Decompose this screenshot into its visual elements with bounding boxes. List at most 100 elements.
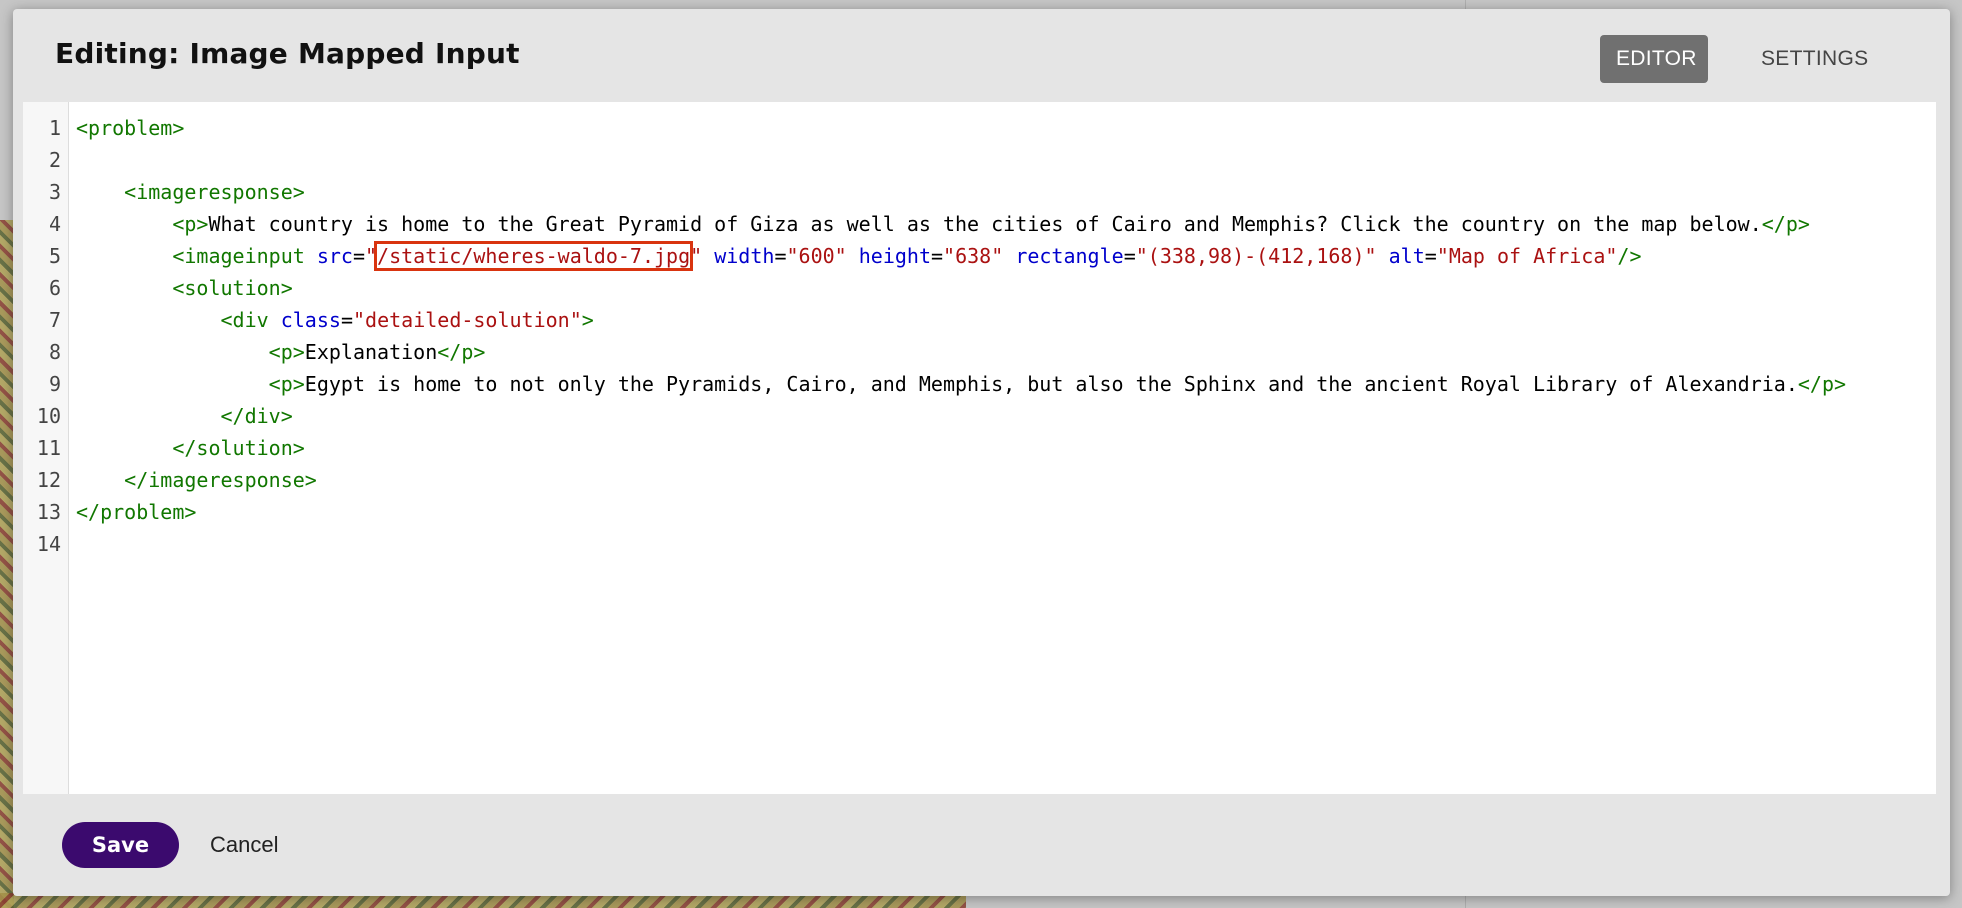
code-line[interactable]: 3 <imageresponse> (23, 176, 1936, 208)
code-token-text: = (352, 244, 365, 268)
code-line[interactable]: 13 </problem> (23, 496, 1936, 528)
code-token-str: " (690, 244, 703, 268)
code-token-str: " (365, 244, 378, 268)
line-number: 4 (48, 212, 61, 236)
code-line-text[interactable]: <div class="detailed-solution"> (76, 304, 1921, 336)
code-line[interactable]: 9 <p>Egypt is home to not only the Pyram… (23, 368, 1936, 400)
code-token-tag: <p> (268, 372, 305, 396)
code-line[interactable]: 5 <imageinput src="/static/wheres-waldo-… (23, 240, 1936, 272)
tab-editor[interactable]: EDITOR (1600, 35, 1708, 83)
line-number: 5 (48, 244, 61, 268)
code-token-text: = (774, 244, 787, 268)
highlighted-src-value: /static/wheres-waldo-7.jpg (374, 241, 694, 271)
cancel-button[interactable]: Cancel (210, 829, 278, 861)
code-line[interactable]: 12 </imageresponse> (23, 464, 1936, 496)
code-token-text: Explanation (304, 340, 438, 364)
code-editor[interactable]: 1<problem>2​3 <imageresponse>4 <p>What c… (23, 102, 1936, 794)
code-line-text[interactable]: <imageresponse> (76, 176, 1921, 208)
code-token-tag: <div (220, 308, 281, 332)
code-line-text[interactable]: <p>What country is home to the Great Pyr… (76, 208, 1921, 240)
code-token-attr: rectangle (1015, 244, 1124, 268)
line-number: 8 (48, 340, 61, 364)
code-token-tag: </p> (437, 340, 486, 364)
code-line[interactable]: 4 <p>What country is home to the Great P… (23, 208, 1936, 240)
line-number: 14 (36, 532, 61, 556)
line-number: 1 (48, 116, 61, 140)
code-line-text[interactable]: </problem> (76, 496, 1921, 528)
code-token-attr: src (316, 244, 353, 268)
code-token-attr: height (858, 244, 931, 268)
code-token-tag: </solution> (172, 436, 305, 460)
code-token-str: "Map of Africa" (1436, 244, 1618, 268)
code-token-str: "638" (943, 244, 1004, 268)
code-token-text: = (1424, 244, 1437, 268)
line-number: 6 (48, 276, 61, 300)
code-token-attr: width (714, 244, 775, 268)
line-number: 10 (36, 404, 61, 428)
code-line[interactable]: 6 <solution> (23, 272, 1936, 304)
code-token-tag: </p> (1761, 212, 1810, 236)
code-line-text[interactable]: </div> (76, 400, 1921, 432)
modal-title: Editing: Image Mapped Input (55, 37, 520, 70)
code-token-attr: alt (1388, 244, 1425, 268)
code-token-str: "600" (786, 244, 847, 268)
code-token-text: Egypt is home to not only the Pyramids, … (304, 372, 1798, 396)
code-line[interactable]: 14 ​ (23, 528, 1936, 560)
code-line-text[interactable]: <solution> (76, 272, 1921, 304)
code-token-tag: <p> (172, 212, 209, 236)
code-content[interactable]: 1<problem>2​3 <imageresponse>4 <p>What c… (23, 112, 1936, 560)
code-token-tag: <p> (268, 340, 305, 364)
code-line-text[interactable]: ​ (76, 144, 1921, 176)
code-token-tag: </p> (1797, 372, 1847, 396)
code-token-tag: </problem> (76, 500, 197, 524)
code-token-tag: <imageresponse> (124, 180, 305, 204)
code-line[interactable]: 8 <p>Explanation</p> (23, 336, 1936, 368)
code-token-tag: <imageinput (172, 244, 317, 268)
code-token-str: "detailed-solution" (352, 308, 582, 332)
code-token-tag: /> (1617, 244, 1642, 268)
code-line-text[interactable]: </imageresponse> (76, 464, 1921, 496)
code-token-text: = (931, 244, 944, 268)
code-line[interactable]: 1 <problem> (23, 112, 1936, 144)
code-token-text: = (1123, 244, 1136, 268)
code-token-text: What country is home to the Great Pyrami… (208, 212, 1762, 236)
tab-settings[interactable]: SETTINGS (1745, 35, 1884, 83)
line-number: 12 (36, 468, 61, 492)
code-line-text[interactable]: ​ (76, 528, 1921, 560)
code-line-text[interactable]: <p>Explanation</p> (76, 336, 1921, 368)
line-number: 11 (36, 436, 61, 460)
code-line[interactable]: 2​ (23, 144, 1936, 176)
code-line[interactable]: 11 </solution> (23, 432, 1936, 464)
code-line-text[interactable]: <problem> (76, 112, 1921, 144)
code-line-text[interactable]: </solution> (76, 432, 1921, 464)
code-line-text[interactable]: <p>Egypt is home to not only the Pyramid… (76, 368, 1921, 400)
line-number: 7 (48, 308, 61, 332)
line-number: 3 (48, 180, 61, 204)
line-number: 2 (48, 148, 61, 172)
code-token-tag: </imageresponse> (124, 468, 317, 492)
editor-modal: Editing: Image Mapped Input EDITOR SETTI… (13, 9, 1950, 896)
code-line-text[interactable]: <imageinput src="/static/wheres-waldo-7.… (76, 240, 1921, 272)
line-number: 9 (48, 372, 61, 396)
code-line[interactable]: 10 </div> (23, 400, 1936, 432)
code-token-tag: <problem> (76, 116, 185, 140)
line-number: 13 (36, 500, 61, 524)
code-token-attr: class (280, 308, 341, 332)
code-token-tag: </div> (220, 404, 293, 428)
code-line[interactable]: 7 <div class="detailed-solution"> (23, 304, 1936, 336)
save-button[interactable]: Save (62, 822, 179, 868)
